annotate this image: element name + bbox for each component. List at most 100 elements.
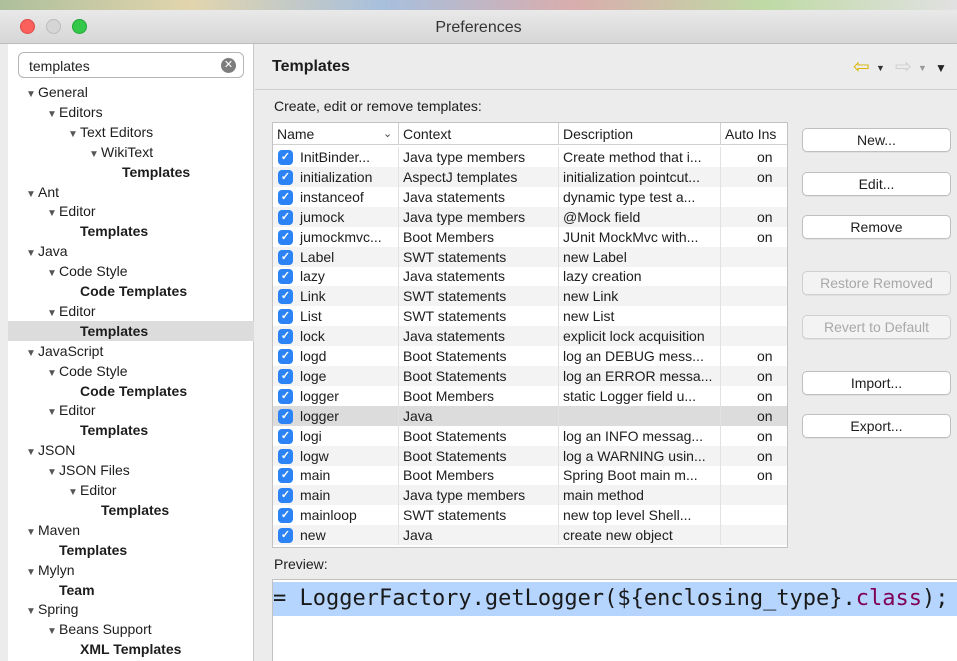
back-arrow-icon[interactable]: ⇦ [853,54,870,79]
column-header-context[interactable]: Context [399,123,559,145]
enabled-checkbox[interactable]: ✓ [278,388,293,404]
tree-item[interactable]: ▼ Code Style [8,361,254,381]
table-row[interactable]: ✓ logger Java on [273,405,787,426]
enabled-checkbox[interactable]: ✓ [278,508,293,524]
tree-item[interactable]: ▼ Code Style [8,261,254,281]
column-header-description[interactable]: Description [559,123,721,145]
tree-item[interactable]: Templates [8,420,254,440]
table-row[interactable]: ✓ Link SWT statements new Link [273,286,787,307]
tree-item[interactable]: ▼ JSON Files [8,460,254,480]
enabled-checkbox[interactable]: ✓ [278,249,293,265]
enabled-checkbox[interactable]: ✓ [278,428,293,444]
cell-description: new Link [559,286,721,307]
cell-name: logger [296,385,399,406]
tree-item[interactable]: Templates [8,540,254,560]
enabled-checkbox[interactable]: ✓ [278,468,293,484]
enabled-checkbox[interactable]: ✓ [278,169,293,185]
enabled-checkbox[interactable]: ✓ [278,189,293,205]
tree-item[interactable]: ▼ Java [8,241,254,261]
tree-item[interactable]: Templates [8,500,254,520]
table-row[interactable]: ✓ mainloop SWT statements new top level She… [273,505,787,526]
revert-to-default-button[interactable]: Revert to Default [802,315,951,339]
enabled-checkbox[interactable]: ✓ [278,209,293,225]
table-row[interactable]: ✓ logi Boot Statements log an INFO messag..… [273,425,787,446]
table-row[interactable]: ✓ main Boot Members Spring Boot main m... on [273,465,787,486]
forward-arrow-icon[interactable]: ⇨ [895,54,912,79]
templates-table[interactable]: Name ⌄ Context Description Auto Ins ✓ Ini… [272,122,788,548]
edit-button[interactable]: Edit... [802,172,951,196]
tree-item[interactable]: Templates [8,320,254,341]
tree-item[interactable]: ▼ Maven [8,520,254,540]
import-button[interactable]: Import... [802,371,951,395]
preview-pane[interactable]: = LoggerFactory.getLogger(${enclosing_ty… [272,579,957,661]
enabled-checkbox[interactable]: ✓ [278,448,293,464]
table-row[interactable]: ✓ Label SWT statements new Label [273,246,787,267]
remove-button[interactable]: Remove [802,215,951,239]
tree-item[interactable]: Team [8,580,254,600]
enabled-checkbox[interactable]: ✓ [278,408,293,424]
enabled-checkbox[interactable]: ✓ [278,289,293,305]
tree-item[interactable]: ▼ Editor [8,301,254,321]
column-header-auto-insert[interactable]: Auto Ins [721,123,787,145]
preference-page: Templates ⇦ ▼ ⇨ ▼ ▼ Create, edit or remo… [255,44,957,661]
enabled-checkbox[interactable]: ✓ [278,150,293,165]
cell-context: Java type members [399,206,559,227]
table-row[interactable]: ✓ InitBinder... Java type members Create me… [273,147,787,167]
cell-name: main [296,465,399,486]
tree-item[interactable]: ▼ Text Editors [8,122,254,142]
restore-removed-button[interactable]: Restore Removed [802,271,951,295]
tree-item[interactable]: Code Templates [8,281,254,301]
export-button[interactable]: Export... [802,414,951,438]
cell-name: Label [296,246,399,267]
tree-item[interactable]: ▼ Editor [8,400,254,420]
table-row[interactable]: ✓ List SWT statements new List [273,306,787,327]
new-button[interactable]: New... [802,128,951,152]
tree-item[interactable]: ▼ Editor [8,480,254,500]
cell-context: Boot Statements [399,346,559,366]
tree-item[interactable]: ▼ Editor [8,201,254,221]
tree-item-label: Editor [80,482,117,498]
table-row[interactable]: ✓ new Java create new object [273,525,787,546]
tree-item[interactable]: ▼ General [8,82,254,102]
cell-context: SWT statements [399,505,559,526]
tree-item[interactable]: Code Templates [8,381,254,401]
enabled-checkbox[interactable]: ✓ [278,269,293,285]
clear-search-icon[interactable]: ✕ [221,58,236,73]
column-header-name[interactable]: Name ⌄ [273,123,399,145]
tree-item[interactable]: ▼ JSON [8,440,254,460]
table-row[interactable]: ✓ instanceof Java statements dynamic type t… [273,186,787,207]
cell-description: explicit lock acquisition [559,326,721,347]
enabled-checkbox[interactable]: ✓ [278,329,293,345]
tree-item[interactable]: ▼ Mylyn [8,560,254,580]
table-row[interactable]: ✓ lock Java statements explicit lock acquis… [273,326,787,347]
table-row[interactable]: ✓ loge Boot Statements log an ERROR messa..… [273,365,787,386]
table-row[interactable]: ✓ logger Boot Members static Logger field u… [273,385,787,406]
enabled-checkbox[interactable]: ✓ [278,349,293,364]
table-row[interactable]: ✓ lazy Java statements lazy creation [273,266,787,287]
filter-input[interactable] [29,56,209,75]
cell-context: Boot Members [399,465,559,486]
enabled-checkbox[interactable]: ✓ [278,488,293,504]
tree-item[interactable]: ▼ JavaScript [8,341,254,361]
back-history-dropdown-icon[interactable]: ▼ [876,63,885,73]
enabled-checkbox[interactable]: ✓ [278,368,293,384]
table-row[interactable]: ✓ logd Boot Statements log an DEBUG mess...… [273,346,787,366]
forward-history-dropdown-icon[interactable]: ▼ [918,63,927,73]
enabled-checkbox[interactable]: ✓ [278,229,293,245]
table-row[interactable]: ✓ main Java type members main method [273,485,787,506]
tree-item[interactable]: Templates [8,162,254,182]
tree-item[interactable]: Templates [8,221,254,241]
tree-item[interactable]: XML Templates [8,639,254,659]
enabled-checkbox[interactable]: ✓ [278,528,293,544]
tree-item[interactable]: ▼ Editors [8,102,254,122]
tree-item[interactable]: ▼ Ant [8,182,254,202]
enabled-checkbox[interactable]: ✓ [278,309,293,325]
table-row[interactable]: ✓ logw Boot Statements log a WARNING usin..… [273,445,787,466]
tree-item[interactable]: ▼ WikiText [8,142,254,162]
table-row[interactable]: ✓ jumockmvc... Boot Members JUnit MockMvc w… [273,226,787,247]
table-row[interactable]: ✓ jumock Java type members @Mock field on [273,206,787,227]
table-row[interactable]: ✓ initialization AspectJ templates initiali… [273,166,787,187]
tree-item[interactable]: ▼ Beans Support [8,619,254,639]
view-menu-icon[interactable]: ▼ [935,61,947,75]
tree-item[interactable]: ▼ Spring [8,599,254,619]
